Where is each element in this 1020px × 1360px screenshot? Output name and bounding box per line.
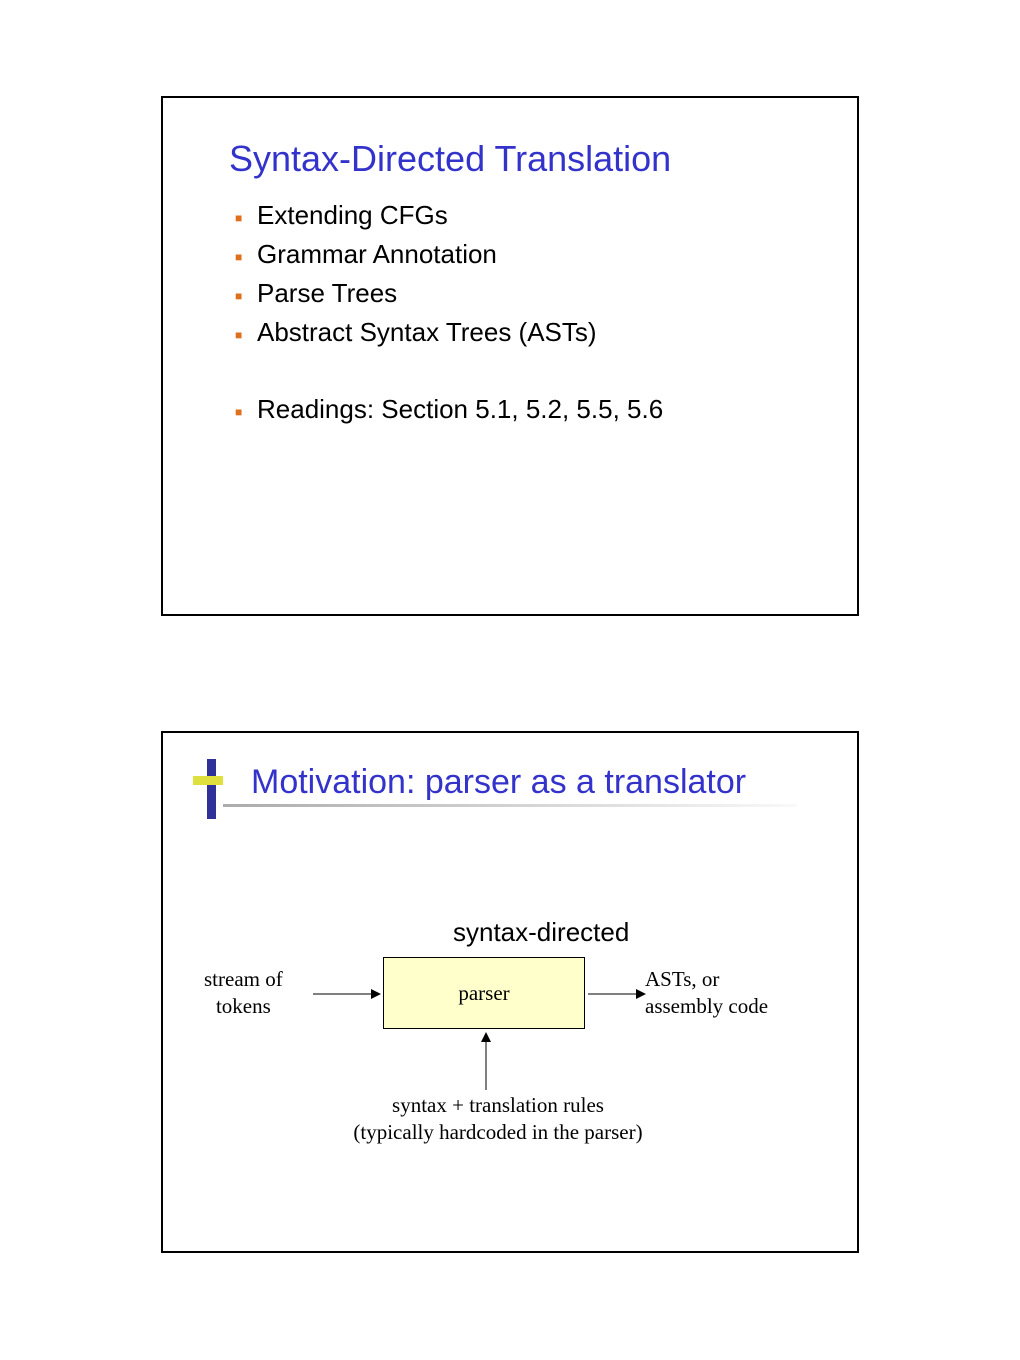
slide2-header: Motivation: parser as a translator: [163, 733, 857, 807]
arrow-right-icon: [588, 987, 648, 1001]
slide-1: Syntax-Directed Translation Extending CF…: [161, 96, 859, 616]
bullet-item: Grammar Annotation: [233, 239, 807, 270]
readings-item: Readings: Section 5.1, 5.2, 5.5, 5.6: [233, 394, 807, 425]
bullet-item: Parse Trees: [233, 278, 807, 309]
left-label-line2: tokens: [216, 994, 271, 1018]
parser-label: parser: [458, 981, 509, 1006]
slide1-bullet-list: Extending CFGs Grammar Annotation Parse …: [233, 200, 807, 348]
slide1-readings-list: Readings: Section 5.1, 5.2, 5.5, 5.6: [233, 394, 807, 425]
parser-diagram: syntax-directed stream of tokens parser …: [163, 917, 857, 1217]
right-label-line1: ASTs, or: [645, 967, 719, 991]
arrow-up-icon: [479, 1030, 493, 1090]
syntax-directed-label: syntax-directed: [453, 917, 629, 948]
stream-of-tokens-label: stream of tokens: [204, 966, 283, 1021]
output-label: ASTs, or assembly code: [645, 966, 768, 1021]
title-underline: [223, 804, 797, 807]
slide-decoration-icon: [193, 759, 225, 809]
bottom-label-line1: syntax + translation rules: [392, 1093, 604, 1117]
arrow-left-icon: [313, 987, 383, 1001]
bullet-item: Extending CFGs: [233, 200, 807, 231]
rules-label: syntax + translation rules (typically ha…: [323, 1092, 673, 1147]
left-label-line1: stream of: [204, 967, 283, 991]
slide2-title: Motivation: parser as a translator: [251, 763, 827, 802]
bullet-item: Abstract Syntax Trees (ASTs): [233, 317, 807, 348]
right-label-line2: assembly code: [645, 994, 768, 1018]
slide-2: Motivation: parser as a translator synta…: [161, 731, 859, 1253]
slide1-title: Syntax-Directed Translation: [229, 138, 807, 180]
parser-box: parser: [383, 957, 585, 1029]
bottom-label-line2: (typically hardcoded in the parser): [353, 1120, 642, 1144]
